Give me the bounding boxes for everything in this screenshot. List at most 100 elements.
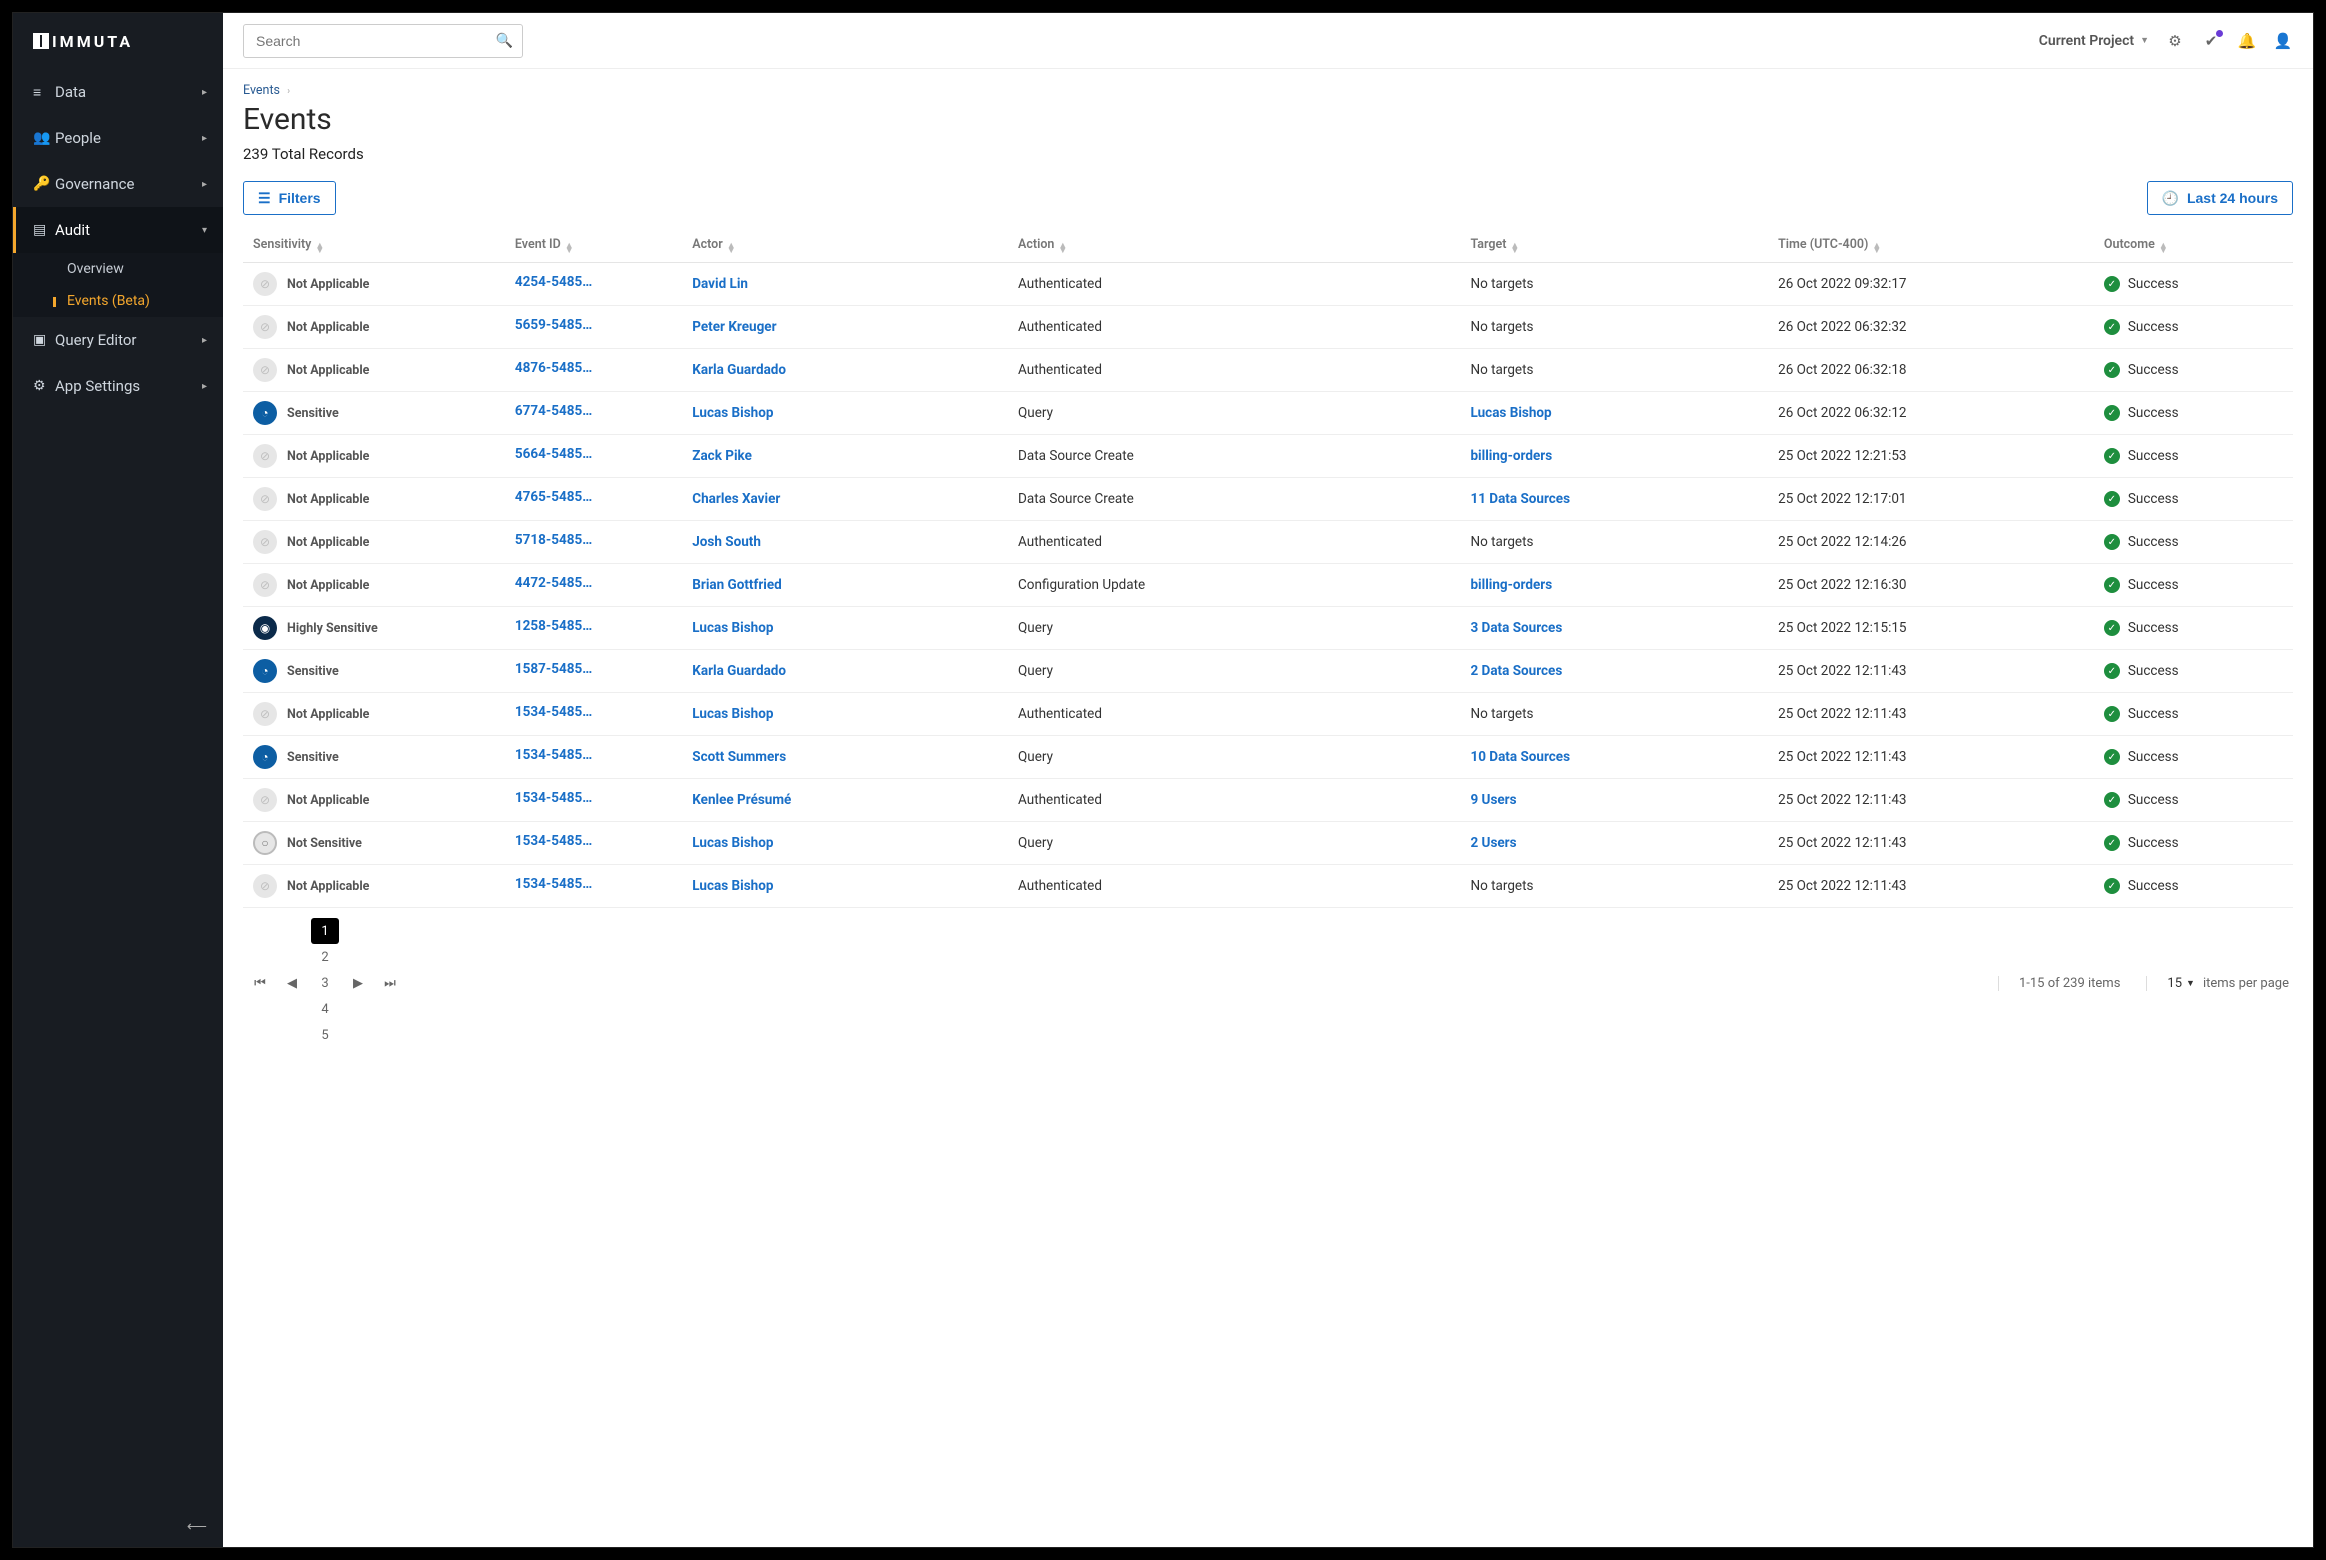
action-text: Data Source Create bbox=[1018, 448, 1134, 464]
search-icon[interactable]: 🔍 bbox=[496, 33, 513, 49]
col-target[interactable]: Target▲▼ bbox=[1460, 229, 1768, 263]
table-row[interactable]: ◔Sensitive6774-5485...Lucas BishopQueryL… bbox=[243, 392, 2293, 435]
event-id-link[interactable]: 5664-5485... bbox=[515, 446, 593, 462]
sensitivity-na-icon: ⊘ bbox=[253, 874, 277, 898]
table-row[interactable]: ⊘Not Applicable1534-5485...Lucas BishopA… bbox=[243, 865, 2293, 908]
event-id-link[interactable]: 5718-5485... bbox=[515, 532, 593, 548]
tasks-icon[interactable]: ✔ bbox=[2201, 32, 2221, 50]
event-id-link[interactable]: 5659-5485... bbox=[515, 317, 593, 333]
target-link[interactable]: 10 Data Sources bbox=[1470, 749, 1570, 765]
page-3[interactable]: 3 bbox=[311, 970, 339, 996]
actor-link[interactable]: Lucas Bishop bbox=[692, 405, 773, 421]
table-row[interactable]: ⊘Not Applicable4472-5485...Brian Gottfri… bbox=[243, 564, 2293, 607]
page-5[interactable]: 5 bbox=[311, 1022, 339, 1048]
actor-link[interactable]: Lucas Bishop bbox=[692, 835, 773, 851]
table-row[interactable]: ⊘Not Applicable4254-5485...David LinAuth… bbox=[243, 263, 2293, 306]
page-first[interactable]: ⏮ bbox=[247, 970, 273, 996]
outcome-text: Success bbox=[2128, 448, 2179, 464]
sidebar-item-people[interactable]: 👥People▸ bbox=[13, 115, 223, 161]
table-row[interactable]: ◔Sensitive1587-5485...Karla GuardadoQuer… bbox=[243, 650, 2293, 693]
chevron-right-icon: › bbox=[287, 86, 290, 97]
event-id-link[interactable]: 4876-5485... bbox=[515, 360, 593, 376]
page-4[interactable]: 4 bbox=[311, 996, 339, 1022]
target-link[interactable]: billing-orders bbox=[1470, 577, 1552, 593]
event-id-link[interactable]: 4472-5485... bbox=[515, 575, 593, 591]
table-row[interactable]: ○Not Sensitive1534-5485...Lucas BishopQu… bbox=[243, 822, 2293, 865]
user-icon[interactable]: 👤 bbox=[2273, 32, 2293, 50]
sensitivity-label: Not Applicable bbox=[287, 535, 369, 550]
event-id-link[interactable]: 4765-5485... bbox=[515, 489, 593, 505]
sidebar-item-app-settings[interactable]: ⚙App Settings▸ bbox=[13, 363, 223, 409]
sidebar-item-query-editor[interactable]: ▣Query Editor▸ bbox=[13, 317, 223, 363]
col-time[interactable]: Time (UTC-400)▲▼ bbox=[1768, 229, 2094, 263]
target-link[interactable]: Lucas Bishop bbox=[1470, 405, 1551, 421]
event-id-link[interactable]: 1534-5485... bbox=[515, 833, 593, 849]
table-row[interactable]: ⊘Not Applicable5659-5485...Peter Kreuger… bbox=[243, 306, 2293, 349]
actor-link[interactable]: Karla Guardado bbox=[692, 362, 786, 378]
col-outcome[interactable]: Outcome▲▼ bbox=[2094, 229, 2293, 263]
timerange-button[interactable]: 🕘 Last 24 hours bbox=[2147, 181, 2293, 215]
event-id-link[interactable]: 1534-5485... bbox=[515, 790, 593, 806]
table-row[interactable]: ⊘Not Applicable5664-5485...Zack PikeData… bbox=[243, 435, 2293, 478]
sensitivity-na-icon: ⊘ bbox=[253, 487, 277, 511]
sidebar-item-data[interactable]: ≡Data▸ bbox=[13, 69, 223, 115]
event-id-link[interactable]: 4254-5485... bbox=[515, 274, 593, 290]
event-id-link[interactable]: 1534-5485... bbox=[515, 704, 593, 720]
col-actor[interactable]: Actor▲▼ bbox=[682, 229, 1008, 263]
sidebar-subitem-events-beta-[interactable]: Events (Beta) bbox=[13, 285, 223, 317]
target-link[interactable]: 3 Data Sources bbox=[1470, 620, 1562, 636]
target-link[interactable]: 2 Data Sources bbox=[1470, 663, 1562, 679]
actor-link[interactable]: Karla Guardado bbox=[692, 663, 786, 679]
actor-link[interactable]: Scott Summers bbox=[692, 749, 786, 765]
page-prev[interactable]: ◀ bbox=[279, 970, 305, 996]
table-row[interactable]: ⊘Not Applicable5718-5485...Josh SouthAut… bbox=[243, 521, 2293, 564]
search-input[interactable] bbox=[243, 24, 523, 58]
actor-link[interactable]: Lucas Bishop bbox=[692, 706, 773, 722]
table-row[interactable]: ⊘Not Applicable4765-5485...Charles Xavie… bbox=[243, 478, 2293, 521]
page-1[interactable]: 1 bbox=[311, 918, 339, 944]
target-link[interactable]: billing-orders bbox=[1470, 448, 1552, 464]
table-row[interactable]: ⊘Not Applicable4876-5485...Karla Guardad… bbox=[243, 349, 2293, 392]
table-row[interactable]: ◉Highly Sensitive1258-5485...Lucas Bisho… bbox=[243, 607, 2293, 650]
sidebar-collapse-button[interactable]: ⟵ bbox=[13, 1507, 223, 1547]
target-link[interactable]: 11 Data Sources bbox=[1470, 491, 1570, 507]
col-action[interactable]: Action▲▼ bbox=[1008, 229, 1460, 263]
target-link[interactable]: 9 Users bbox=[1470, 792, 1516, 808]
event-id-link[interactable]: 1258-5485... bbox=[515, 618, 593, 634]
items-per-page[interactable]: 15 ▼ items per page bbox=[2146, 976, 2289, 991]
sidebar-item-governance[interactable]: 🔑Governance▸ bbox=[13, 161, 223, 207]
table-row[interactable]: ◔Sensitive1534-5485...Scott SummersQuery… bbox=[243, 736, 2293, 779]
actor-link[interactable]: David Lin bbox=[692, 276, 748, 292]
sensitivity-na-icon: ⊘ bbox=[253, 315, 277, 339]
event-id-link[interactable]: 6774-5485... bbox=[515, 403, 593, 419]
target-link[interactable]: 2 Users bbox=[1470, 835, 1516, 851]
settings-icon[interactable]: ⚙ bbox=[2165, 32, 2185, 50]
sidebar-item-label: Data bbox=[55, 83, 202, 101]
table-row[interactable]: ⊘Not Applicable1534-5485...Lucas BishopA… bbox=[243, 693, 2293, 736]
page-2[interactable]: 2 bbox=[311, 944, 339, 970]
table-row[interactable]: ⊘Not Applicable1534-5485...Kenlee Présum… bbox=[243, 779, 2293, 822]
actor-link[interactable]: Kenlee Présumé bbox=[692, 792, 791, 808]
col-sensitivity[interactable]: Sensitivity▲▼ bbox=[243, 229, 505, 263]
event-id-link[interactable]: 1534-5485... bbox=[515, 876, 593, 892]
actor-link[interactable]: Zack Pike bbox=[692, 448, 752, 464]
page-next[interactable]: ▶ bbox=[345, 970, 371, 996]
actor-link[interactable]: Josh South bbox=[692, 534, 761, 550]
breadcrumb-events[interactable]: Events bbox=[243, 83, 280, 98]
page-last[interactable]: ⏭ bbox=[377, 970, 403, 996]
event-id-link[interactable]: 1587-5485... bbox=[515, 661, 593, 677]
sidebar-item-audit[interactable]: ▤Audit▾ bbox=[13, 207, 223, 253]
chevron-down-icon: ▼ bbox=[2140, 35, 2149, 46]
actor-link[interactable]: Charles Xavier bbox=[692, 491, 780, 507]
actor-link[interactable]: Peter Kreuger bbox=[692, 319, 776, 335]
project-selector[interactable]: Current Project ▼ bbox=[2039, 33, 2149, 49]
actor-link[interactable]: Brian Gottfried bbox=[692, 577, 781, 593]
col-event-id[interactable]: Event ID▲▼ bbox=[505, 229, 682, 263]
sidebar: IMMUTA ≡Data▸👥People▸🔑Governance▸▤Audit▾… bbox=[13, 13, 223, 1547]
actor-link[interactable]: Lucas Bishop bbox=[692, 620, 773, 636]
filters-button[interactable]: ☰ Filters bbox=[243, 181, 336, 215]
event-id-link[interactable]: 1534-5485... bbox=[515, 747, 593, 763]
sidebar-subitem-overview[interactable]: Overview bbox=[13, 253, 223, 285]
notifications-icon[interactable]: 🔔 bbox=[2237, 32, 2257, 50]
actor-link[interactable]: Lucas Bishop bbox=[692, 878, 773, 894]
